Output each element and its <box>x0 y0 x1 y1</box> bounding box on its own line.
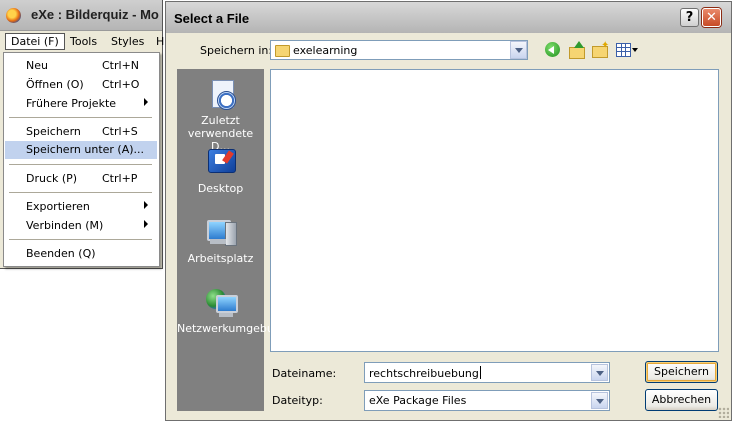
folder-icon <box>275 45 290 57</box>
close-button[interactable]: ✕ <box>702 8 721 27</box>
place-label: Netzwerkumgebung <box>177 322 288 335</box>
background-app-window: eXe : Bilderquiz - Mo Datei (F) Tools St… <box>0 0 164 269</box>
select-file-dialog: Select a File ? ✕ Speichern in: exelearn… <box>165 1 732 421</box>
menu-help[interactable]: H <box>156 35 164 48</box>
menu-item-neu[interactable]: Neu Ctrl+N <box>5 57 157 75</box>
network-icon <box>205 287 238 319</box>
dialog-title-bar[interactable]: Select a File ? ✕ <box>166 2 731 33</box>
menu-tools[interactable]: Tools <box>70 35 97 48</box>
background-menubar: Datei (F) Tools Styles H <box>0 31 164 52</box>
menu-datei[interactable]: Datei (F) <box>5 33 65 50</box>
save-button[interactable]: Speichern <box>645 361 718 383</box>
menu-item-speichern[interactable]: Speichern Ctrl+S <box>5 123 157 141</box>
file-list-view[interactable] <box>270 69 719 352</box>
views-menu-icon <box>616 43 631 57</box>
background-window-title: eXe : Bilderquiz - Mo <box>31 7 159 22</box>
cancel-button[interactable]: Abbrechen <box>645 389 718 411</box>
menu-item-label: Druck (P) <box>26 172 78 185</box>
place-desktop[interactable]: Desktop <box>177 147 264 195</box>
menu-item-label: Exportieren <box>26 200 90 213</box>
menu-item-exportieren[interactable]: Exportieren <box>5 198 157 216</box>
menu-item-oeffnen[interactable]: Öffnen (O) Ctrl+O <box>5 76 157 94</box>
desktop-icon <box>205 147 237 179</box>
back-icon <box>545 42 560 57</box>
menu-item-beenden[interactable]: Beenden (Q) <box>5 245 157 263</box>
filename-value: rechtschreibuebung <box>369 367 479 380</box>
submenu-arrow-icon <box>144 98 148 106</box>
places-bar: Zuletzt verwendete D... Desktop Arbeitsp… <box>177 69 288 411</box>
menu-separator <box>9 164 152 165</box>
filetype-dropdown[interactable]: eXe Package Files <box>364 390 610 411</box>
filetype-label: Dateityp: <box>272 394 323 407</box>
place-my-computer[interactable]: Arbeitsplatz <box>177 217 264 265</box>
chevron-down-icon[interactable] <box>591 364 608 381</box>
menu-separator <box>9 117 152 118</box>
help-button[interactable]: ? <box>680 8 699 27</box>
background-title-bar: eXe : Bilderquiz - Mo <box>0 0 162 31</box>
menu-item-shortcut: Ctrl+P <box>102 172 138 185</box>
filename-label: Dateiname: <box>272 367 337 380</box>
save-in-dropdown[interactable]: exelearning <box>270 40 528 60</box>
menu-item-speichern-unter[interactable]: Speichern unter (A)... <box>5 141 157 159</box>
menu-item-label: Beenden (Q) <box>26 247 96 260</box>
sparkle-icon: ✦ <box>601 40 610 51</box>
place-label: Arbeitsplatz <box>187 252 254 265</box>
filename-field[interactable]: rechtschreibuebung <box>364 362 610 383</box>
place-label: Desktop <box>197 182 244 195</box>
submenu-arrow-icon <box>144 201 148 209</box>
menu-item-label: Öffnen (O) <box>26 78 84 91</box>
save-in-label: Speichern in: <box>200 44 273 57</box>
place-recent-documents[interactable]: Zuletzt verwendete D... <box>177 79 264 153</box>
menu-item-verbinden[interactable]: Verbinden (M) <box>5 217 157 235</box>
chevron-down-icon <box>632 48 638 52</box>
firefox-logo-icon <box>6 8 21 23</box>
menu-item-label: Speichern <box>26 125 81 138</box>
file-menu-dropdown: Neu Ctrl+N Öffnen (O) Ctrl+O Frühere Pro… <box>3 52 160 267</box>
menu-item-label: Speichern unter (A)... <box>26 143 145 156</box>
chevron-down-icon[interactable] <box>591 392 608 409</box>
up-one-level-button[interactable] <box>568 41 586 59</box>
save-in-value: exelearning <box>293 44 358 57</box>
menu-item-label: Neu <box>26 59 48 72</box>
up-folder-icon <box>569 47 585 59</box>
filetype-value: eXe Package Files <box>369 394 467 407</box>
menu-styles[interactable]: Styles <box>111 35 144 48</box>
menu-separator <box>9 192 152 193</box>
back-button[interactable] <box>544 41 562 59</box>
menu-item-label: Verbinden (M) <box>26 219 104 232</box>
menu-item-fruehere-projekte[interactable]: Frühere Projekte <box>5 95 157 113</box>
menu-item-shortcut: Ctrl+N <box>102 59 140 72</box>
menu-item-label: Frühere Projekte <box>26 97 117 110</box>
recent-documents-icon <box>205 79 237 111</box>
up-arrow-icon <box>574 41 584 48</box>
menu-item-shortcut: Ctrl+S <box>102 125 138 138</box>
menu-separator <box>9 239 152 240</box>
chevron-down-icon[interactable] <box>510 41 527 59</box>
menu-item-shortcut: Ctrl+O <box>102 78 140 91</box>
new-folder-button[interactable]: ✦ <box>591 41 609 59</box>
submenu-arrow-icon <box>144 220 148 228</box>
place-network[interactable]: Netzwerkumgebung <box>177 287 288 335</box>
my-computer-icon <box>205 217 237 249</box>
dialog-title: Select a File <box>174 11 250 26</box>
menu-item-druck[interactable]: Druck (P) Ctrl+P <box>5 170 157 188</box>
views-menu-button[interactable] <box>615 41 638 59</box>
resize-grip-icon[interactable] <box>718 407 729 418</box>
